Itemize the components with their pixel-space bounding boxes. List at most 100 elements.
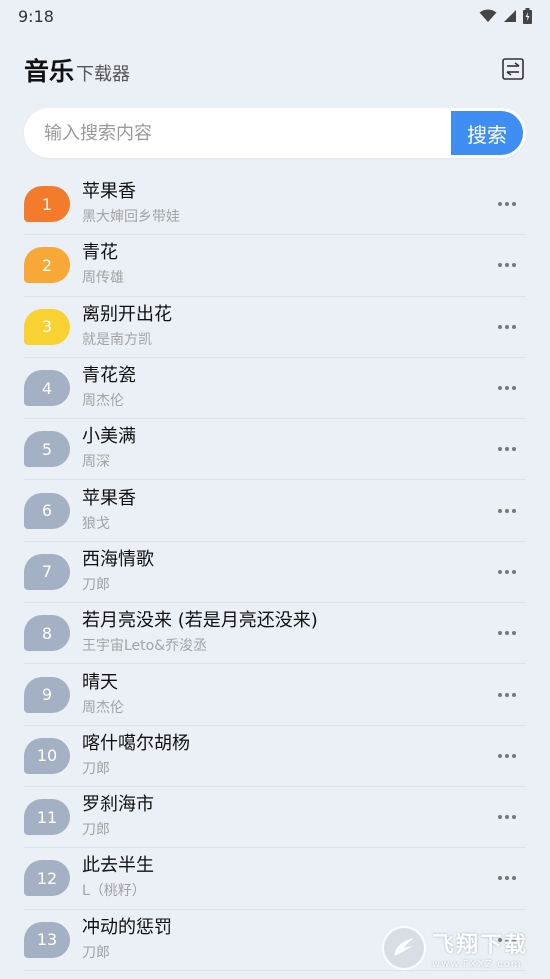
more-options-icon[interactable]: [492, 319, 522, 335]
dot: [505, 386, 509, 391]
song-info: 若月亮没来 (若是月亮还没来) 王宇宙Leto&乔浚丞: [82, 609, 318, 657]
song-artist: L（桃籽）: [82, 883, 146, 900]
rank-badge: 8: [24, 615, 70, 652]
dot: [505, 324, 509, 329]
song-row[interactable]: 7 西海情歌 刀郎: [24, 542, 526, 604]
app-subtitle: 下载器: [76, 64, 131, 85]
watermark-url: www.FXXZ.com: [432, 958, 522, 970]
song-info: 此去半生 L（桃籽）: [82, 854, 154, 902]
song-row[interactable]: 2 青花 周传雄: [24, 235, 526, 297]
dot: [512, 263, 516, 268]
sort-button[interactable]: [500, 56, 526, 82]
song-info: 西海情歌 刀郎: [82, 548, 154, 596]
dot: [512, 324, 516, 329]
status-bar: 9:18: [0, 0, 550, 32]
battery-icon: [523, 8, 532, 24]
dot: [505, 692, 509, 697]
song-artist: 刀郎: [82, 760, 110, 777]
song-row[interactable]: 8 若月亮没来 (若是月亮还没来) 王宇宙Leto&乔浚丞: [24, 603, 526, 665]
more-options-icon[interactable]: [492, 196, 522, 212]
more-options-icon[interactable]: [492, 503, 522, 519]
song-info: 青花瓷 周杰伦: [82, 364, 136, 412]
song-title: 晴天: [82, 671, 118, 693]
more-options-icon[interactable]: [492, 441, 522, 457]
dot: [505, 508, 509, 513]
rank-badge: 3: [24, 308, 70, 345]
more-options-icon[interactable]: [492, 625, 522, 641]
song-title: 苹果香: [82, 487, 136, 509]
song-row[interactable]: 4 青花瓷 周杰伦: [24, 358, 526, 420]
dot: [505, 263, 509, 268]
dot: [498, 876, 502, 881]
more-options-icon[interactable]: [492, 870, 522, 886]
song-row[interactable]: 10 喀什噶尔胡杨刀郎: [24, 726, 526, 787]
dot: [505, 815, 509, 820]
song-artist: 王宇宙Leto&乔浚丞: [82, 638, 208, 655]
song-title: 青花: [82, 242, 118, 264]
song-info: 冲动的惩罚 刀郎: [82, 916, 172, 964]
song-row[interactable]: 3 离别开出花 就是南方凯: [24, 297, 526, 358]
dot: [512, 815, 516, 820]
more-options-icon[interactable]: [492, 257, 522, 273]
song-info: 苹果香 黑大婶回乡带娃: [82, 180, 180, 228]
rank-badge: 9: [24, 676, 70, 713]
rank-badge: 6: [24, 492, 70, 529]
rank-badge: 7: [24, 553, 70, 590]
more-options-icon[interactable]: [492, 748, 522, 764]
dot: [498, 569, 502, 574]
rank-badge: 13: [24, 921, 70, 958]
song-artist: 周传雄: [82, 270, 124, 287]
song-artist: 周杰伦: [82, 699, 124, 716]
dot: [512, 692, 516, 697]
dot: [512, 753, 516, 758]
sort-icon: [502, 58, 524, 80]
song-artist: 周杰伦: [82, 393, 124, 410]
status-time: 9:18: [18, 6, 54, 26]
dot: [512, 386, 516, 391]
watermark-logo: [382, 926, 426, 970]
dot: [498, 202, 502, 207]
wifi-icon: [479, 9, 497, 22]
rank-badge: 5: [24, 431, 70, 468]
status-icons: [479, 8, 532, 24]
dot: [498, 386, 502, 391]
song-title: 西海情歌: [82, 548, 154, 570]
dot: [505, 631, 509, 636]
song-title: 罗刹海市: [82, 794, 154, 816]
song-title: 喀什噶尔胡杨: [82, 732, 190, 754]
dot: [512, 631, 516, 636]
search-button[interactable]: 搜索: [451, 111, 523, 155]
song-row[interactable]: 11 罗刹海市 刀郎: [24, 787, 526, 849]
dot: [505, 753, 509, 758]
search-input[interactable]: [24, 108, 451, 158]
rank-badge: 12: [24, 860, 70, 897]
more-options-icon[interactable]: [492, 687, 522, 703]
rank-badge: 10: [24, 737, 70, 774]
song-title: 青花瓷: [82, 365, 136, 387]
song-row[interactable]: 1 苹果香 黑大婶回乡带娃: [24, 174, 526, 236]
song-info: 晴天 周杰伦: [82, 671, 124, 719]
song-title: 离别开出花: [82, 303, 172, 325]
song-title: 小美满: [82, 426, 136, 448]
header: 音乐 下载器: [0, 50, 550, 90]
rank-badge: 1: [24, 186, 70, 223]
more-options-icon[interactable]: [492, 809, 522, 825]
song-row[interactable]: 6 苹果香 狼戈: [24, 480, 526, 542]
song-row[interactable]: 9 晴天周杰伦: [24, 664, 526, 726]
more-options-icon[interactable]: [492, 380, 522, 396]
dot: [498, 692, 502, 697]
signal-icon: [504, 10, 516, 22]
song-row[interactable]: 5 小美满周深: [24, 419, 526, 481]
song-row[interactable]: 12 此去半生 L（桃籽）: [24, 848, 526, 910]
song-info: 喀什噶尔胡杨 刀郎: [82, 732, 190, 780]
dot: [512, 876, 516, 881]
song-info: 青花 周传雄: [82, 241, 124, 289]
more-options-icon[interactable]: [492, 564, 522, 580]
dot: [505, 447, 509, 452]
dot: [498, 753, 502, 758]
song-title: 冲动的惩罚: [82, 916, 172, 938]
song-artist: 刀郎: [82, 822, 110, 839]
wing-icon: [394, 938, 414, 956]
dot: [498, 508, 502, 513]
song-artist: 周深: [82, 454, 110, 471]
